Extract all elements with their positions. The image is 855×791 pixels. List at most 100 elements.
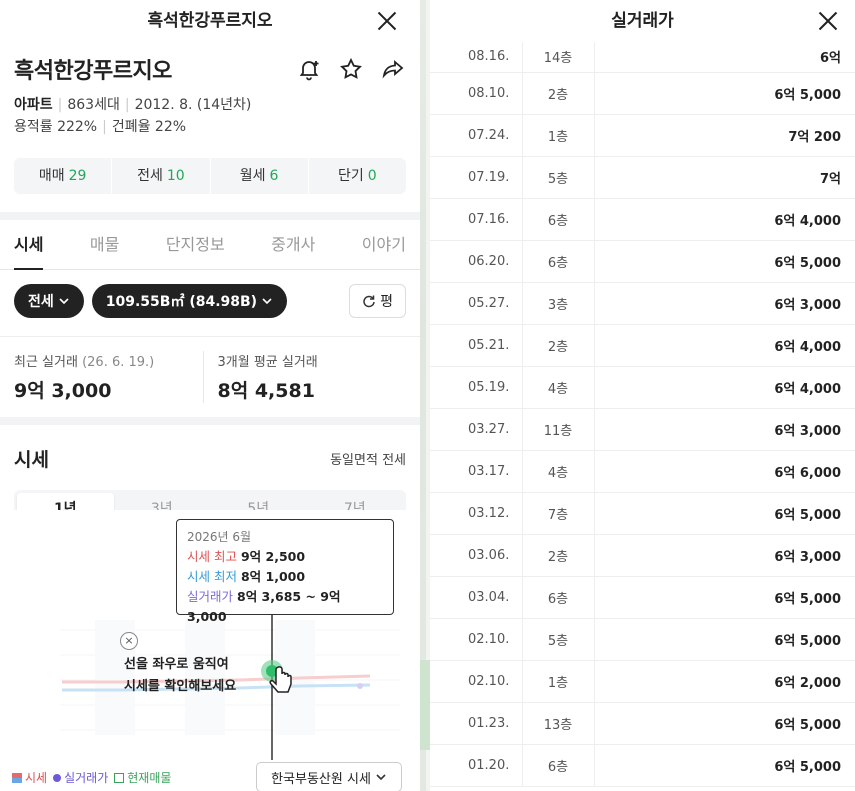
trade-date: 05.21. bbox=[430, 324, 522, 367]
recent-trades-summary: 최근 실거래 (26. 6. 19.) 9억 3,000 3개월 평균 실거래 … bbox=[0, 336, 420, 403]
tab-short[interactable]: 단기 0 bbox=[309, 158, 406, 194]
trade-price: 6억 4,000 bbox=[594, 324, 855, 367]
hint-line-1: 선을 좌우로 움직여 bbox=[124, 657, 229, 672]
meta-type: 아파트 bbox=[14, 97, 53, 113]
hint-text: 선을 좌우로 움직여 시세를 확인해보세요 bbox=[124, 654, 236, 698]
table-row: 02.10. 5층 6억 5,000 bbox=[430, 618, 855, 661]
area-value: 109.55B㎡ (84.98B) bbox=[105, 294, 258, 310]
table-row: 07.24. 1층 7억 200 bbox=[430, 114, 855, 157]
trade-floor: 6층 bbox=[521, 198, 595, 241]
real-legend-icon bbox=[53, 774, 62, 782]
source-dropdown[interactable]: 한국부동산원 시세 bbox=[256, 762, 402, 791]
panel-title: 흑석한강푸르지오 bbox=[147, 11, 273, 31]
panel-header: 흑석한강푸르지오 bbox=[0, 0, 420, 42]
trade-price: 6억 3,000 bbox=[594, 282, 855, 325]
trade-date: 08.16. bbox=[430, 42, 522, 73]
legend-listing-label: 현재매물 bbox=[127, 771, 172, 785]
legend-listing: 현재매물 bbox=[114, 769, 171, 786]
trade-price: 6억 5,000 bbox=[594, 492, 855, 535]
deal-type-tabs: 매매 29 전세 10 월세 6 단기 0 bbox=[14, 158, 406, 194]
legend-real-label: 실거래가 bbox=[64, 771, 109, 785]
trade-floor: 4층 bbox=[521, 450, 595, 493]
chart-tooltip: 2026년 6월 시세 최고 9억 2,500 시세 최저 8억 1,000 실… bbox=[176, 519, 394, 624]
tab-complex-info[interactable]: 단지정보 bbox=[166, 220, 225, 269]
trade-floor: 1층 bbox=[521, 660, 595, 703]
tooltip-real: 실거래가 8억 3,685 ~ 9억 3,000 bbox=[187, 587, 383, 627]
tooltip-low: 시세 최저 8억 1,000 bbox=[187, 567, 383, 587]
tab-listings[interactable]: 매물 bbox=[90, 220, 119, 269]
trade-price: 6억 3,000 bbox=[594, 408, 855, 451]
title-actions bbox=[296, 56, 406, 82]
star-icon[interactable] bbox=[338, 56, 364, 82]
trade-floor: 5층 bbox=[521, 156, 595, 199]
meta-households: 863세대 bbox=[67, 97, 120, 113]
area-dropdown[interactable]: 109.55B㎡ (84.98B) bbox=[91, 284, 288, 318]
hint-close-icon[interactable]: × bbox=[120, 632, 138, 650]
recent-trade-value: 9억 3,000 bbox=[14, 380, 112, 402]
tab-stories[interactable]: 이야기 bbox=[362, 220, 406, 269]
table-row: 03.17. 4층 6억 6,000 bbox=[430, 450, 855, 493]
close-icon[interactable] bbox=[376, 10, 398, 32]
table-row: 07.19. 5층 7억 bbox=[430, 156, 855, 199]
tab-sale[interactable]: 매매 29 bbox=[14, 158, 113, 194]
trade-floor: 3층 bbox=[521, 282, 595, 325]
tab-monthly-count: 6 bbox=[269, 168, 279, 184]
deal-type-dropdown[interactable]: 전세 bbox=[14, 284, 84, 318]
section-divider bbox=[0, 417, 420, 425]
tooltip-high: 시세 최고 9억 2,500 bbox=[187, 547, 383, 567]
trade-price: 6억 6,000 bbox=[594, 450, 855, 493]
tooltip-date: 2026년 6월 bbox=[187, 530, 252, 544]
trade-date: 03.06. bbox=[430, 534, 522, 577]
trade-floor: 5층 bbox=[521, 618, 595, 661]
trade-date: 03.27. bbox=[430, 408, 522, 451]
tab-sale-count: 29 bbox=[68, 168, 87, 184]
tab-agents[interactable]: 중개사 bbox=[271, 220, 315, 269]
hint-line-2: 시세를 확인해보세요 bbox=[124, 679, 237, 694]
table-row: 05.27. 3층 6억 3,000 bbox=[430, 282, 855, 325]
trade-date: 02.10. bbox=[430, 618, 522, 661]
trade-floor: 7층 bbox=[521, 492, 595, 535]
chevron-down-icon bbox=[262, 298, 272, 305]
trade-price: 6억 3,000 bbox=[594, 534, 855, 577]
table-row: 07.16. 6층 6억 4,000 bbox=[430, 198, 855, 241]
trade-date: 02.10. bbox=[430, 660, 522, 703]
trade-floor: 6층 bbox=[521, 240, 595, 283]
table-row: 03.12. 7층 6억 5,000 bbox=[430, 492, 855, 535]
table-row: 03.04. 6층 6억 5,000 bbox=[430, 576, 855, 619]
table-row: 03.27. 11층 6억 3,000 bbox=[430, 408, 855, 451]
real-trade-title: 실거래가 bbox=[611, 11, 674, 31]
trade-floor: 11층 bbox=[521, 408, 595, 451]
trade-floor: 1층 bbox=[521, 114, 595, 157]
sise-legend-icon bbox=[12, 773, 22, 783]
avg-trade-value: 8억 4,581 bbox=[217, 380, 315, 402]
table-row: 08.10. 2층 6억 5,000 bbox=[430, 72, 855, 115]
trade-floor: 2층 bbox=[521, 534, 595, 577]
unit-toggle-button[interactable]: 평 bbox=[349, 284, 406, 318]
trade-price: 7억 bbox=[594, 156, 855, 199]
trade-price: 6억 4,000 bbox=[594, 366, 855, 409]
bell-plus-icon[interactable] bbox=[296, 56, 322, 82]
close-icon[interactable] bbox=[817, 10, 839, 32]
trade-floor: 14층 bbox=[521, 42, 595, 73]
tab-jeonse[interactable]: 전세 10 bbox=[112, 158, 211, 194]
trade-date: 01.20. bbox=[430, 744, 522, 787]
trade-price: 6억 5,000 bbox=[594, 618, 855, 661]
trade-date: 03.12. bbox=[430, 492, 522, 535]
tab-monthly[interactable]: 월세 6 bbox=[211, 158, 309, 194]
table-row: 05.21. 2층 6억 4,000 bbox=[430, 324, 855, 367]
refresh-icon bbox=[363, 295, 375, 308]
trade-price: 6억 5,000 bbox=[594, 702, 855, 745]
section-divider bbox=[0, 212, 420, 220]
trade-date: 07.19. bbox=[430, 156, 522, 199]
listing-legend-icon bbox=[114, 773, 125, 783]
chart-legend: 시세 실거래가 현재매물 bbox=[12, 769, 171, 786]
price-section-subtitle: 동일면적 전세 bbox=[330, 453, 406, 468]
share-icon[interactable] bbox=[380, 56, 406, 82]
tab-price[interactable]: 시세 bbox=[14, 220, 44, 270]
meta-built: 2012. 8. (14년차) bbox=[134, 97, 252, 113]
tooltip-real-label: 실거래가 bbox=[187, 589, 234, 604]
tooltip-high-value: 9억 2,500 bbox=[240, 549, 306, 564]
tab-monthly-label: 월세 bbox=[239, 168, 266, 184]
meta-line-2: 용적률 222% | 건폐율 22% bbox=[14, 119, 187, 135]
tab-short-count: 0 bbox=[367, 168, 377, 184]
